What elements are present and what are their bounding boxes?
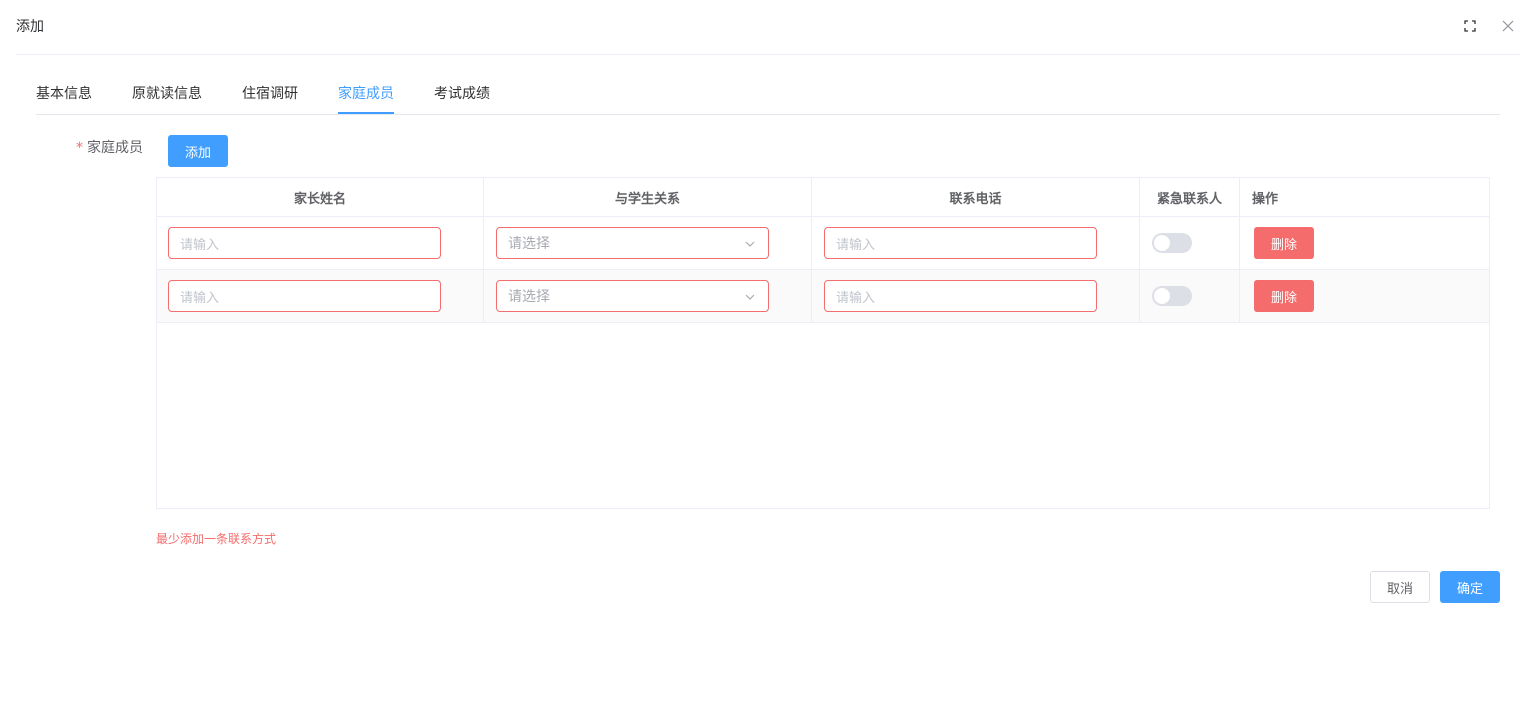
chevron-down-icon (745, 241, 755, 247)
chevron-down-icon (745, 294, 755, 300)
tab-exam-scores[interactable]: 考试成绩 (434, 85, 490, 103)
column-header-emergency-contact: 紧急联系人 (1140, 178, 1240, 217)
actions-cell: 删除 (1240, 217, 1489, 270)
parent-name-cell: 请输入 (157, 217, 484, 270)
family-members-label: * 家庭成员 (76, 137, 143, 157)
column-header-relation: 与学生关系 (484, 178, 812, 217)
dialog-title: 添加 (16, 19, 44, 35)
active-tab-indicator (338, 112, 394, 114)
emergency-contact-switch[interactable] (1152, 233, 1192, 253)
cancel-button[interactable]: 取消 (1370, 571, 1430, 603)
relation-select-placeholder: 请选择 (508, 236, 550, 252)
emergency-cell (1140, 270, 1240, 323)
column-header-phone: 联系电话 (812, 178, 1140, 217)
actions-cell: 删除 (1240, 270, 1489, 323)
parent-name-input[interactable]: 请输入 (168, 227, 441, 259)
table-header: 家长姓名 与学生关系 联系电话 紧急联系人 操作 (157, 178, 1489, 217)
column-header-actions: 操作 (1252, 192, 1279, 207)
family-members-label-text: 家庭成员 (87, 140, 143, 156)
dialog-header: 添加 (16, 0, 1520, 55)
confirm-button[interactable]: 确定 (1440, 571, 1500, 603)
family-members-table: 家长姓名 与学生关系 联系电话 紧急联系人 操作 请输入 请选择 请输入 删除 … (156, 177, 1490, 509)
add-dialog: 添加 基本信息 原就读信息 住宿调研 家庭成员 考试成绩 * 家庭成员 添加 家长… (0, 0, 1536, 711)
tab-previous-school[interactable]: 原就读信息 (132, 85, 202, 103)
relation-select[interactable]: 请选择 (496, 227, 769, 259)
relation-cell: 请选择 (484, 270, 812, 323)
parent-name-cell: 请输入 (157, 270, 484, 323)
tab-accommodation-survey[interactable]: 住宿调研 (242, 85, 298, 103)
required-mark: * (76, 140, 83, 156)
emergency-cell (1140, 217, 1240, 270)
close-icon[interactable] (1500, 18, 1516, 34)
delete-button[interactable]: 删除 (1254, 227, 1314, 259)
switch-knob (1154, 235, 1170, 251)
switch-knob (1154, 288, 1170, 304)
emergency-contact-switch[interactable] (1152, 286, 1192, 306)
phone-cell: 请输入 (812, 217, 1140, 270)
phone-input[interactable]: 请输入 (824, 280, 1097, 312)
table-row: 请输入 请选择 请输入 删除 (157, 217, 1489, 270)
phone-input[interactable]: 请输入 (824, 227, 1097, 259)
column-header-parent-name: 家长姓名 (157, 178, 484, 217)
table-row: 请输入 请选择 请输入 删除 (157, 270, 1489, 323)
delete-button[interactable]: 删除 (1254, 280, 1314, 312)
tab-family-members[interactable]: 家庭成员 (338, 85, 394, 103)
tab-bar: 基本信息 原就读信息 住宿调研 家庭成员 考试成绩 (36, 78, 1500, 115)
relation-select[interactable]: 请选择 (496, 280, 769, 312)
validation-error: 最少添加一条联系方式 (156, 532, 277, 546)
phone-cell: 请输入 (812, 270, 1140, 323)
parent-name-input[interactable]: 请输入 (168, 280, 441, 312)
relation-select-placeholder: 请选择 (508, 289, 550, 305)
tab-basic-info[interactable]: 基本信息 (36, 85, 92, 103)
add-member-button[interactable]: 添加 (168, 135, 228, 167)
fullscreen-icon[interactable] (1462, 18, 1478, 34)
relation-cell: 请选择 (484, 217, 812, 270)
